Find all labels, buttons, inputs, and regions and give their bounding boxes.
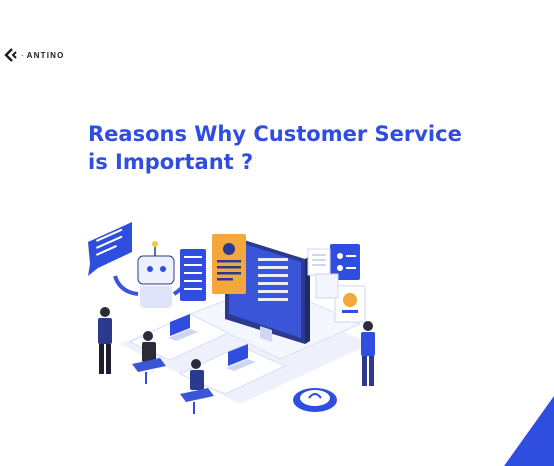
brand-name: ANTINO [26, 50, 65, 60]
title-line-1: Reasons Why Customer Service [88, 122, 462, 146]
chat-bubble-icon [88, 222, 132, 276]
logo-separator: · [21, 50, 24, 60]
person-standing-left [98, 307, 112, 374]
headset-support-icon [293, 388, 337, 412]
corner-accent-shape [504, 396, 554, 466]
page-title: Reasons Why Customer Service is Importan… [88, 120, 508, 176]
brand-logo[interactable]: · ANTINO [4, 48, 65, 62]
antino-logo-icon [4, 48, 17, 62]
id-card-icon [212, 234, 246, 294]
title-line-2: is Important ? [88, 150, 254, 174]
person-standing-right [361, 321, 375, 386]
customer-service-illustration [88, 222, 375, 414]
list-panel [180, 249, 206, 301]
